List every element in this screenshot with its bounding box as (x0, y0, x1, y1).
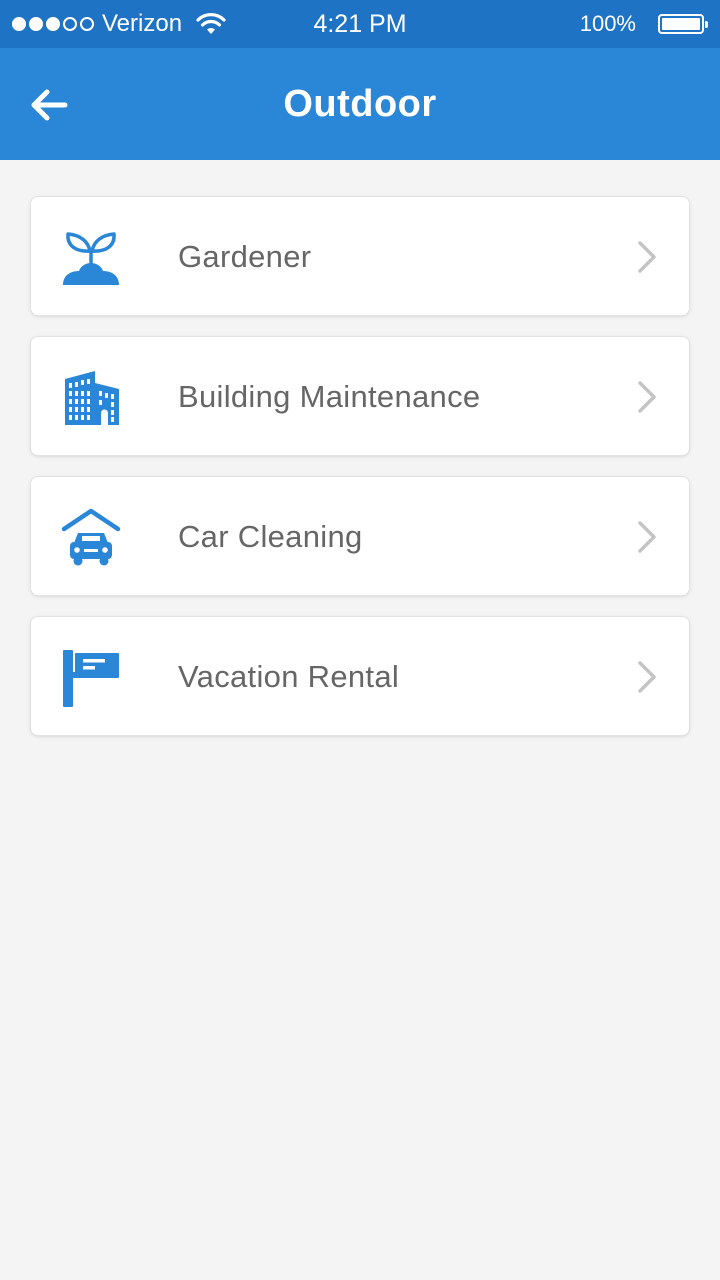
chevron-right-icon (633, 379, 661, 415)
service-list: Gardener Building Maintenance Car Cleani… (30, 196, 690, 756)
item-label: Car Cleaning (178, 519, 363, 554)
list-item-car-cleaning[interactable]: Car Cleaning (30, 476, 690, 596)
page-title: Outdoor (283, 83, 437, 125)
battery-percent: 100% (579, 11, 636, 36)
plant-sprout-icon (59, 225, 123, 289)
car-garage-icon (59, 505, 123, 569)
item-label: Building Maintenance (178, 379, 481, 414)
status-bar: Verizon 4:21 PM 100% (0, 0, 720, 48)
chevron-right-icon (633, 659, 661, 695)
list-item-vacation-rental[interactable]: Vacation Rental (30, 616, 690, 736)
list-item-gardener[interactable]: Gardener (30, 196, 690, 316)
list-item-building-maintenance[interactable]: Building Maintenance (30, 336, 690, 456)
item-label: Gardener (178, 239, 312, 274)
chevron-right-icon (633, 239, 661, 275)
signboard-icon (59, 645, 123, 709)
building-icon (59, 365, 123, 429)
chevron-right-icon (633, 519, 661, 555)
nav-bar: Outdoor (0, 48, 720, 160)
status-right: 100% (579, 0, 708, 48)
item-label: Vacation Rental (178, 659, 400, 694)
battery-icon (658, 14, 708, 34)
